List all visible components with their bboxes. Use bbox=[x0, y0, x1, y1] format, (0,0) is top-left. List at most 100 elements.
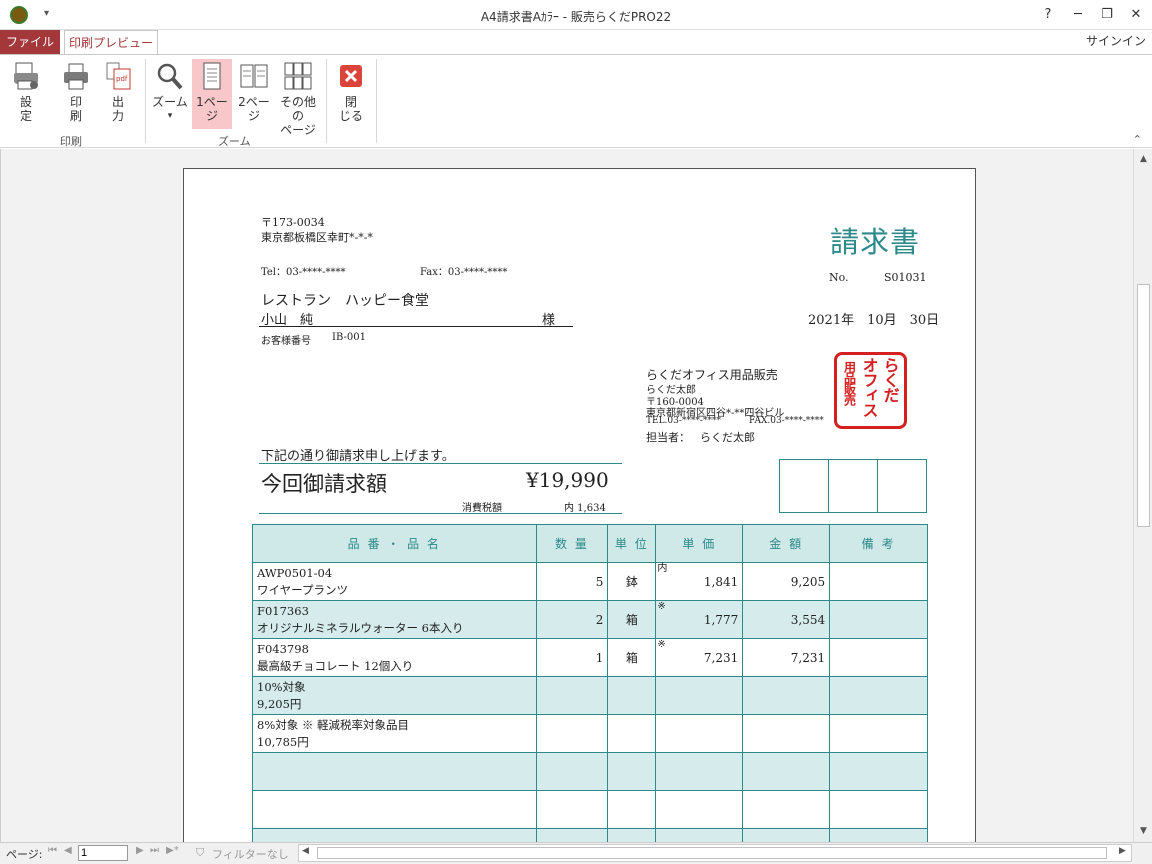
new-record-icon[interactable]: ▶* bbox=[166, 845, 179, 856]
tab-file[interactable]: ファイル bbox=[0, 30, 60, 54]
scrollbar-thumb[interactable] bbox=[1137, 284, 1150, 527]
invoice-no: S01031 bbox=[884, 271, 927, 284]
item-unit: 鉢 bbox=[607, 562, 657, 601]
group-label-print: 印刷 bbox=[60, 135, 82, 148]
item-qty: 2 bbox=[535, 600, 609, 639]
table-row bbox=[252, 790, 928, 829]
output-button[interactable]: pdf 出 力 bbox=[100, 59, 136, 123]
invoice-title: 請求書 bbox=[830, 225, 921, 259]
help-button[interactable]: ? bbox=[1036, 4, 1060, 26]
sender-zip: 〒173-0034 bbox=[261, 216, 325, 229]
tax-mark: ※ bbox=[657, 639, 666, 650]
magnifier-icon bbox=[156, 61, 184, 91]
preview-area: 〒173-0034 東京都板橋区幸町*-*-* Tel：03-****-****… bbox=[0, 149, 1134, 842]
customer-no-label: お客様番号 bbox=[261, 336, 311, 347]
approval-seal-boxes bbox=[779, 459, 927, 513]
item-amount: 3,554 bbox=[742, 600, 831, 639]
pdf-icon: pdf bbox=[104, 61, 132, 91]
greeting: 下記の通り御請求申し上げます。 bbox=[261, 449, 455, 464]
item-code: F017363 bbox=[257, 603, 309, 618]
two-page-button[interactable]: 2ペー ジ bbox=[236, 59, 272, 123]
item-name: オリジナルミネラルウォーター 6本入り bbox=[257, 620, 464, 635]
svg-text:pdf: pdf bbox=[116, 75, 128, 83]
multi-page-icon bbox=[284, 61, 312, 91]
close-window-button[interactable]: ✕ bbox=[1124, 4, 1148, 26]
tax-mark: 内 bbox=[657, 563, 668, 574]
scroll-down-icon[interactable]: ▼ bbox=[1134, 823, 1152, 839]
summary-10-value: 9,205円 bbox=[257, 696, 302, 711]
scroll-left-icon[interactable]: ◀ bbox=[302, 846, 309, 856]
item-price: 1,777 bbox=[703, 612, 739, 627]
tab-print-preview[interactable]: 印刷プレビュー bbox=[64, 30, 158, 55]
scroll-up-icon[interactable]: ▲ bbox=[1134, 151, 1152, 167]
item-note bbox=[829, 600, 928, 639]
tax-label: 消費税額 bbox=[462, 503, 502, 514]
tax-value: 内 1,634 bbox=[564, 503, 606, 514]
last-page-icon[interactable]: ⏭ bbox=[150, 845, 159, 856]
window-title: A4請求書Aｶﾗｰ - 販売らくだPRO22 bbox=[480, 10, 672, 24]
page-setup-icon bbox=[12, 61, 40, 91]
amount-bottom-line bbox=[259, 513, 622, 514]
customer-name: レストラン ハッピー食堂 bbox=[261, 293, 429, 309]
item-note bbox=[829, 562, 928, 601]
scroll-right-icon[interactable]: ▶ bbox=[1119, 846, 1126, 856]
vertical-scrollbar[interactable]: ▲ ▼ bbox=[1133, 149, 1152, 842]
customer-no: IB-001 bbox=[332, 332, 366, 343]
restore-button[interactable]: ❐ bbox=[1095, 4, 1119, 26]
print-button[interactable]: 印 刷 bbox=[58, 59, 94, 123]
horizontal-scrollbar[interactable]: ◀ ▶ bbox=[298, 844, 1132, 862]
item-unit: 箱 bbox=[607, 600, 657, 639]
total-amount: ¥19,990 bbox=[526, 468, 609, 492]
table-row: F017363 オリジナルミネラルウォーター 6本入り 2 箱 ※ 1,777 3,… bbox=[252, 600, 928, 639]
item-amount: 9,205 bbox=[742, 562, 831, 601]
col-header-note: 備 考 bbox=[829, 524, 928, 563]
close-icon bbox=[337, 61, 365, 91]
item-code: F043798 bbox=[257, 641, 309, 656]
minimize-button[interactable]: ─ bbox=[1066, 4, 1090, 26]
item-note bbox=[829, 638, 928, 677]
col-header-unit: 単 位 bbox=[607, 524, 657, 563]
other-pages-button[interactable]: その他の ページ bbox=[275, 59, 321, 137]
invoice-no-label: No. bbox=[829, 271, 849, 284]
sender-address: 東京都板橋区幸町*-*-* bbox=[261, 231, 373, 244]
collapse-ribbon-icon[interactable]: ⌃ bbox=[1133, 133, 1142, 146]
invoice-items-table: 品 番 ・ 品 名 数 量 単 位 単 価 金 額 備 考 AWP0501-04… bbox=[252, 524, 928, 842]
sender-tel: Tel：03-****-**** bbox=[261, 267, 346, 278]
settings-button[interactable]: 設 定 bbox=[8, 59, 44, 123]
col-header-qty: 数 量 bbox=[535, 524, 609, 563]
first-page-icon[interactable]: ⏮ bbox=[48, 845, 57, 856]
customer-underline bbox=[259, 326, 573, 327]
ribbon-tabs: ファイル 印刷プレビュー サインイン bbox=[0, 30, 1152, 55]
page-number-input[interactable] bbox=[78, 845, 128, 861]
col-header-name: 品 番 ・ 品 名 bbox=[252, 524, 537, 563]
single-page-icon bbox=[198, 61, 226, 91]
ribbon-separator bbox=[145, 59, 146, 143]
issuer-fax: FAX.03-****-**** bbox=[749, 416, 824, 426]
item-price: 1,841 bbox=[703, 574, 739, 589]
filter-status[interactable]: フィルターなし bbox=[212, 846, 289, 862]
next-page-icon[interactable]: ▶ bbox=[136, 845, 144, 856]
tax-mark: ※ bbox=[657, 601, 666, 612]
item-name: 最高級チョコレート 12個入り bbox=[257, 658, 414, 673]
close-preview-button[interactable]: 閉 じる bbox=[334, 59, 368, 123]
summary-10-label: 10%対象 bbox=[257, 679, 306, 694]
zoom-button[interactable]: ズーム ▾ bbox=[150, 59, 190, 123]
one-page-button[interactable]: 1ペー ジ bbox=[192, 59, 232, 129]
ribbon: 設 定 印 刷 pdf 出 力 ズーム ▾ 1ペー ジ 2ペー ジ その他の ペ… bbox=[0, 54, 1152, 148]
tantou-name: らくだ太郎 bbox=[700, 431, 755, 444]
item-name: ワイヤープランツ bbox=[257, 582, 348, 597]
invoice-date: 2021年 10月 30日 bbox=[808, 313, 940, 328]
page-label: ページ: bbox=[6, 848, 43, 861]
amount-label: 今回御請求額 bbox=[261, 472, 387, 496]
summary-8-label: 8%対象 ※ 軽減税率対象品目 bbox=[257, 717, 410, 732]
title-bar: ▾ A4請求書Aｶﾗｰ - 販売らくだPRO22 ? ─ ❐ ✕ bbox=[0, 0, 1152, 30]
prev-page-icon[interactable]: ◀ bbox=[64, 845, 72, 856]
two-pages-icon bbox=[240, 61, 268, 91]
item-qty: 5 bbox=[535, 562, 609, 601]
horizontal-scrollbar-thumb[interactable] bbox=[317, 847, 1107, 859]
item-amount: 7,231 bbox=[742, 638, 831, 677]
signin-link[interactable]: サインイン bbox=[1086, 32, 1146, 49]
summary-8-value: 10,785円 bbox=[257, 734, 309, 749]
filter-icon[interactable]: ⛉ bbox=[196, 846, 204, 860]
summary-row-8: 8%対象 ※ 軽減税率対象品目 10,785円 bbox=[252, 714, 928, 753]
